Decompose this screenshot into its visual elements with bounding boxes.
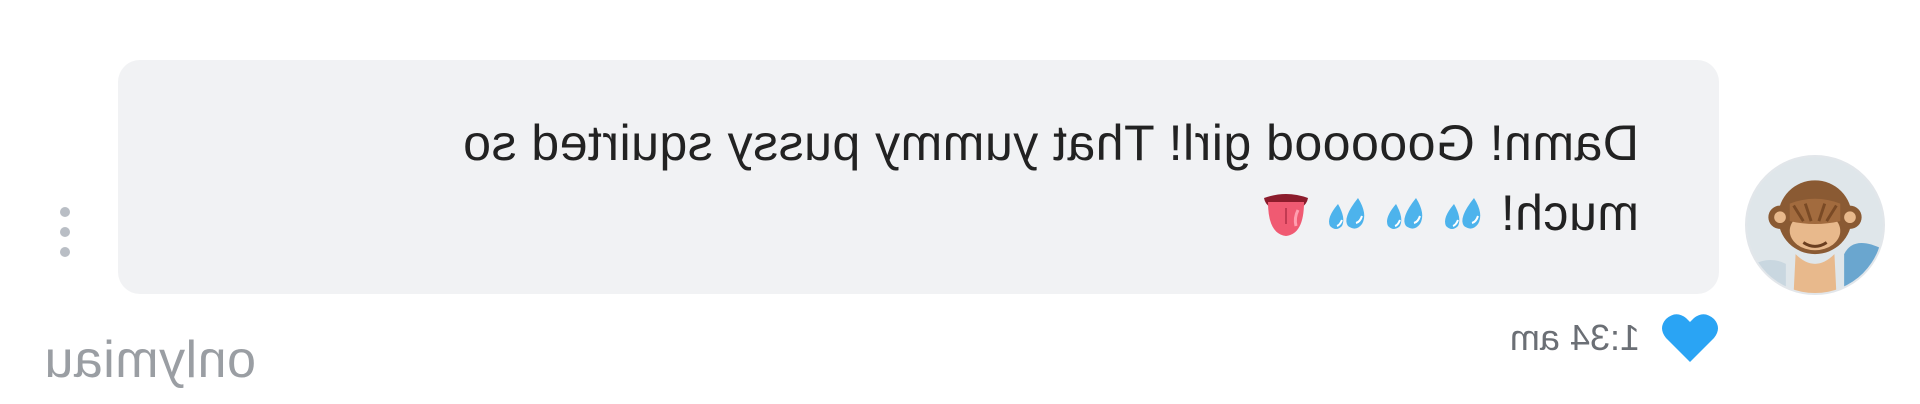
mirrored-view: Damn! Goooood girl! That yummy pussy squ… (0, 0, 1920, 404)
sender-avatar[interactable] (1745, 155, 1885, 295)
message-meta: 1:34 am (1510, 308, 1720, 368)
heart-icon[interactable] (1660, 310, 1720, 366)
more-dot-icon (60, 247, 70, 257)
message-bubble[interactable]: Damn! Goooood girl! That yummy pussy squ… (118, 60, 1719, 294)
emoji-row (1260, 185, 1486, 241)
more-dot-icon (60, 207, 70, 217)
message-timestamp: 1:34 am (1509, 317, 1640, 358)
tongue-icon (1263, 194, 1308, 236)
message-text: Damn! Goooood girl! That yummy pussy squ… (179, 108, 1639, 248)
watermark-text: onlymiau (43, 331, 256, 389)
sweat-droplets-icon (1386, 198, 1423, 229)
message-line-2: much! (1485, 185, 1639, 241)
sweat-droplets-icon (1328, 198, 1365, 229)
more-dot-icon (60, 227, 70, 237)
message-line-1: Damn! Goooood girl! That yummy pussy squ… (462, 115, 1639, 171)
see-no-evil-monkey-icon (1747, 157, 1883, 293)
chat-message-screen: Damn! Goooood girl! That yummy pussy squ… (0, 0, 1920, 404)
sweat-droplets-icon (1444, 198, 1481, 229)
message-options-button[interactable] (53, 207, 77, 257)
